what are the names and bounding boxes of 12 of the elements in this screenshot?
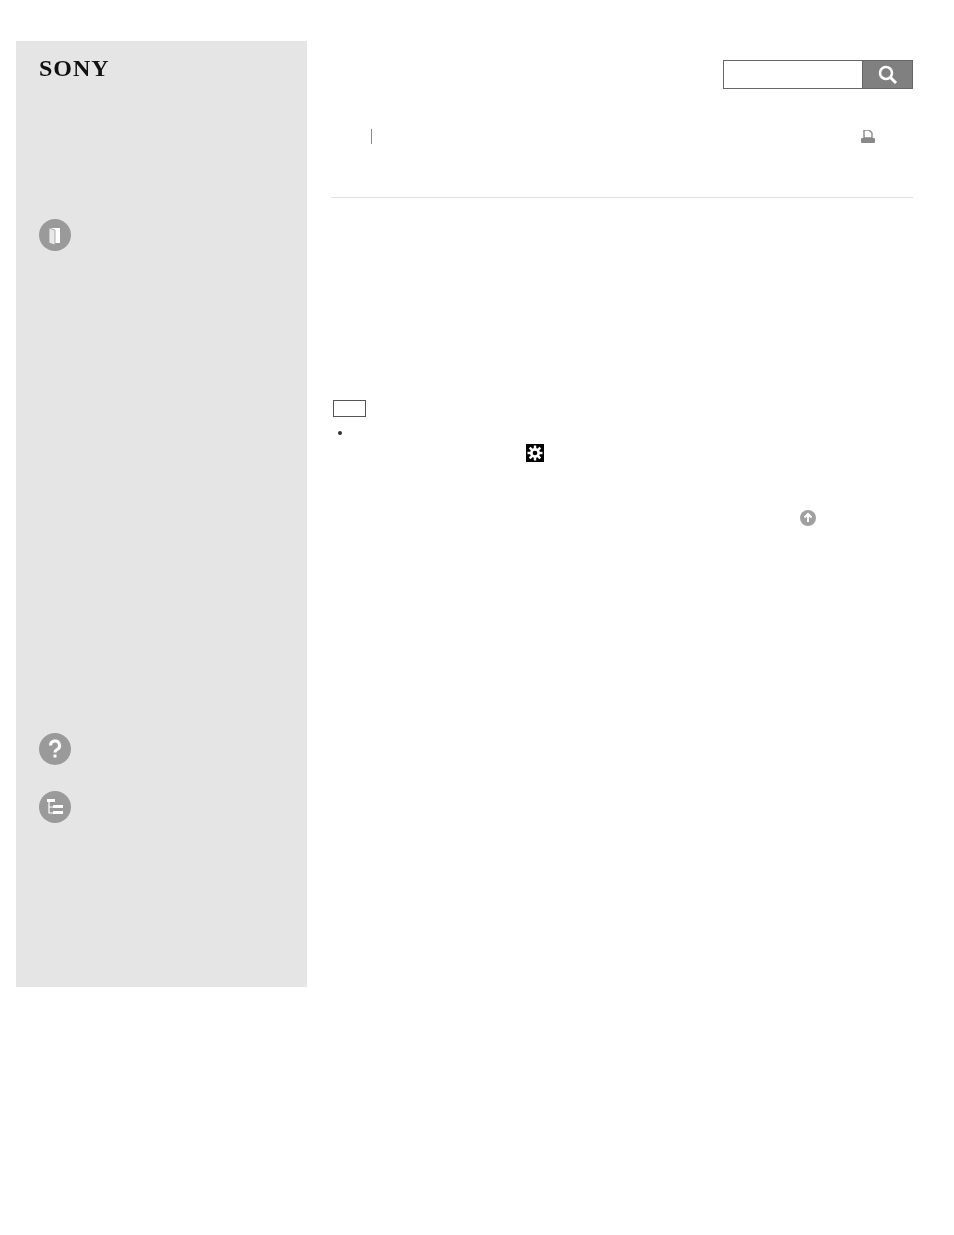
bullet-icon bbox=[338, 431, 342, 435]
sitemap-icon[interactable] bbox=[39, 791, 71, 823]
settings-icon bbox=[526, 444, 544, 462]
print-icon[interactable] bbox=[860, 129, 876, 144]
manual-icon[interactable] bbox=[39, 219, 71, 251]
search-icon bbox=[877, 64, 898, 85]
help-icon[interactable] bbox=[39, 733, 71, 765]
back-to-top-icon[interactable] bbox=[800, 510, 816, 526]
search-button[interactable] bbox=[863, 60, 913, 89]
logo[interactable]: SONY bbox=[39, 56, 110, 80]
note-label-box bbox=[333, 400, 366, 417]
search-field[interactable] bbox=[723, 60, 863, 89]
